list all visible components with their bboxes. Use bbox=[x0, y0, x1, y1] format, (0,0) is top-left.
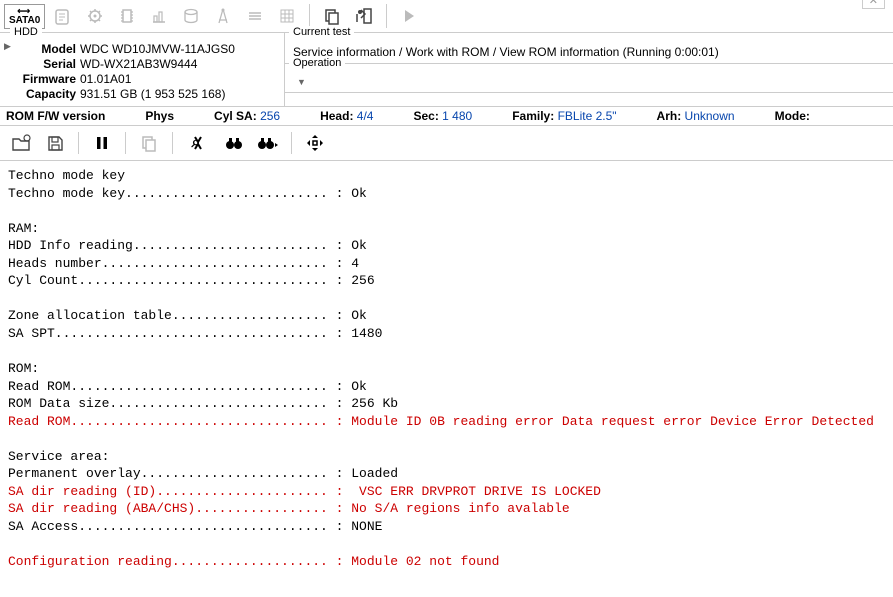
separator bbox=[386, 4, 387, 28]
sata-label: SATA0 bbox=[9, 16, 40, 26]
hdd-panel: ▶ HDD ModelWDC WD10JMVW-11AJGS0 SerialWD… bbox=[0, 33, 285, 106]
log-line: ROM: bbox=[8, 360, 885, 378]
main-toolbar: ⟷ SATA0 ✕ bbox=[0, 0, 893, 33]
phys-label: Phys bbox=[145, 109, 174, 123]
tool-gear-icon[interactable] bbox=[81, 2, 109, 30]
family-value[interactable]: FBLite 2.5" bbox=[558, 109, 617, 123]
current-test-title: Current test bbox=[289, 26, 354, 38]
log-line bbox=[8, 535, 885, 553]
expand-icon[interactable]: ▶ bbox=[4, 41, 11, 52]
window-close-icon[interactable]: ✕ bbox=[862, 0, 885, 9]
operation-title: Operation bbox=[289, 57, 345, 69]
log-line: SA dir reading (ID).....................… bbox=[8, 483, 885, 501]
log-line: SA SPT..................................… bbox=[8, 325, 885, 343]
separator bbox=[125, 132, 126, 154]
operation-dropdown[interactable]: ▼ bbox=[293, 76, 306, 88]
find-icon[interactable]: ⌕ bbox=[181, 130, 211, 156]
tool-layers-icon[interactable] bbox=[241, 2, 269, 30]
rom-fw-label: ROM F/W version bbox=[6, 109, 105, 123]
log-line bbox=[8, 202, 885, 220]
sec-value[interactable]: 1 480 bbox=[442, 109, 472, 123]
log-line: HDD Info reading........................… bbox=[8, 237, 885, 255]
arh-label: Arh: bbox=[657, 109, 682, 123]
firmware-label: Firmware bbox=[18, 72, 80, 86]
cylsa-label: Cyl SA: bbox=[214, 109, 257, 123]
open-file-icon[interactable] bbox=[6, 130, 36, 156]
model-value: WDC WD10JMVW-11AJGS0 bbox=[80, 42, 235, 56]
family-label: Family: bbox=[512, 109, 554, 123]
capacity-value: 931.51 GB (1 953 525 168) bbox=[80, 87, 225, 101]
log-line: Heads number............................… bbox=[8, 255, 885, 273]
log-line: Configuration reading...................… bbox=[8, 553, 885, 571]
log-line bbox=[8, 342, 885, 360]
copy-icon[interactable] bbox=[134, 130, 164, 156]
move-icon[interactable] bbox=[300, 130, 330, 156]
hdd-title: HDD bbox=[10, 26, 42, 38]
tool-chip-icon[interactable] bbox=[113, 2, 141, 30]
serial-label: Serial bbox=[18, 57, 80, 71]
log-output[interactable]: Techno mode keyTechno mode key..........… bbox=[0, 161, 893, 577]
tool-chart-icon[interactable] bbox=[145, 2, 173, 30]
current-test-value: Service information / Work with ROM / Vi… bbox=[293, 39, 885, 59]
arh-value[interactable]: Unknown bbox=[685, 109, 735, 123]
log-line: RAM: bbox=[8, 220, 885, 238]
log-line: Techno mode key bbox=[8, 167, 885, 185]
capacity-label: Capacity bbox=[18, 87, 80, 101]
binoculars-next-icon[interactable] bbox=[253, 130, 283, 156]
firmware-value: 01.01A01 bbox=[80, 72, 131, 86]
log-line: Read ROM................................… bbox=[8, 378, 885, 396]
log-line: SA Access...............................… bbox=[8, 518, 885, 536]
log-line bbox=[8, 430, 885, 448]
log-line: Service area: bbox=[8, 448, 885, 466]
tool-exit-icon[interactable] bbox=[350, 2, 378, 30]
log-toolbar: ⌕ bbox=[0, 126, 893, 161]
log-line: Cyl Count...............................… bbox=[8, 272, 885, 290]
tool-db-icon[interactable] bbox=[177, 2, 205, 30]
tool-compass-icon[interactable] bbox=[209, 2, 237, 30]
log-line bbox=[8, 290, 885, 308]
model-label: Model bbox=[18, 42, 80, 56]
cylsa-value[interactable]: 256 bbox=[260, 109, 280, 123]
separator bbox=[309, 4, 310, 28]
status-bar: ROM F/W version Phys Cyl SA: 256 Head: 4… bbox=[0, 107, 893, 126]
log-line: Read ROM................................… bbox=[8, 413, 885, 431]
pause-icon[interactable] bbox=[87, 130, 117, 156]
log-line: Zone allocation table...................… bbox=[8, 307, 885, 325]
info-panels: ▶ HDD ModelWDC WD10JMVW-11AJGS0 SerialWD… bbox=[0, 33, 893, 107]
current-test-panel: Current test Service information / Work … bbox=[285, 33, 893, 64]
tool-play-icon[interactable] bbox=[395, 2, 423, 30]
serial-value: WD-WX21AB3W9444 bbox=[80, 57, 197, 71]
separator bbox=[78, 132, 79, 154]
mode-label: Mode: bbox=[775, 109, 810, 123]
head-value[interactable]: 4/4 bbox=[357, 109, 374, 123]
save-icon[interactable] bbox=[40, 130, 70, 156]
log-line: Techno mode key.........................… bbox=[8, 185, 885, 203]
sec-label: Sec: bbox=[413, 109, 438, 123]
sata-device-button[interactable]: ⟷ SATA0 bbox=[4, 4, 45, 29]
tool-scroll-icon[interactable] bbox=[49, 2, 77, 30]
separator bbox=[172, 132, 173, 154]
operation-panel: Operation ▼ bbox=[285, 64, 893, 93]
log-line: Permanent overlay.......................… bbox=[8, 465, 885, 483]
head-label: Head: bbox=[320, 109, 353, 123]
log-line: ROM Data size...........................… bbox=[8, 395, 885, 413]
log-line: SA dir reading (ABA/CHS)................… bbox=[8, 500, 885, 518]
separator bbox=[291, 132, 292, 154]
